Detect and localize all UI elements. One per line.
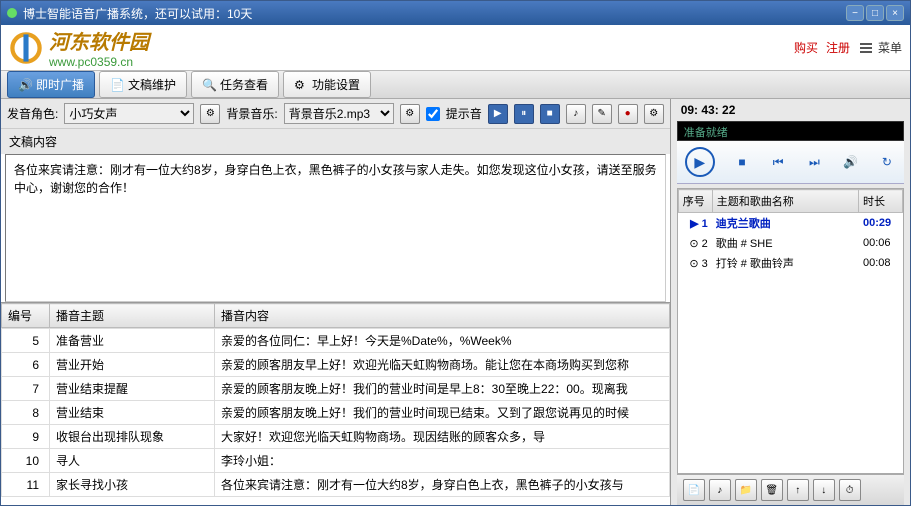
menu-button[interactable]: 菜单 [858,39,902,56]
pl-col-no[interactable]: 序号 [678,190,712,213]
col-topic[interactable]: 播音主题 [50,304,215,328]
broadcast-table: 编号 播音主题 播音内容 5准备营业亲爱的各位同仁：早上好！今天是%Date%，… [1,302,670,505]
move-down-button[interactable]: ↓ [813,479,835,501]
app-window: 博士智能语音广播系统，还可以试用：10天 − □ × 河东软件园 www.pc0… [0,0,911,506]
player-status: 准备就绪 [677,121,904,141]
buy-link[interactable]: 购买 [794,39,818,56]
player-controls: ▶ ■ ⏮ ⏭ 🔊 ↻ [677,141,904,184]
menu-icon [858,40,874,56]
tab-0[interactable]: 🔊即时广播 [7,71,95,98]
hint-label: 提示音 [446,105,482,122]
tab-3[interactable]: ⚙功能设置 [283,71,371,98]
header-area: 河东软件园 www.pc0359.cn 购买 注册 菜单 [1,25,910,71]
table-row[interactable]: 6营业开始亲爱的顾客朋友早上好！欢迎光临天虹购物商场。能让您在本商场购买到您称 [2,353,670,377]
table-row[interactable]: 11家长寻找小孩各位来宾请注意：刚才有一位大约8岁，身穿白色上衣，黑色裤子的小女… [2,473,670,497]
playlist: 序号 主题和歌曲名称 时长 ▶ 1迪克兰歌曲00:29⊙ 2歌曲 # SHE00… [677,188,904,474]
minimize-button[interactable]: − [846,5,864,21]
tab-2[interactable]: 🔍任务查看 [191,71,279,98]
record-button[interactable]: ● [618,104,638,124]
player-play-button[interactable]: ▶ [685,147,715,177]
clock: 09: 43: 22 [671,99,910,121]
bgm-select[interactable]: 背景音乐2.mp3 [284,103,394,124]
voice-select[interactable]: 小巧女声 [64,103,194,124]
move-up-button[interactable]: ↑ [787,479,809,501]
table-row[interactable]: 5准备营业亲爱的各位同仁：早上好！今天是%Date%，%Week% [2,329,670,353]
playlist-row[interactable]: ▶ 1迪克兰歌曲00:29 [678,213,903,233]
logo-text: 河东软件园 [49,26,149,55]
table-row[interactable]: 8营业结束亲爱的顾客朋友晚上好！我们的营业时间现已结束。又到了跟您说再见的时候 [2,401,670,425]
play-button[interactable]: ▶ [488,104,508,124]
player-volume-button[interactable]: 🔊 [842,153,860,171]
voice-settings-button[interactable]: ⚙ [200,104,220,124]
table-row[interactable]: 10寻人李玲小姐： [2,449,670,473]
hint-checkbox[interactable] [426,107,440,121]
add-file-button[interactable]: 📄 [683,479,705,501]
tab-icon: 📄 [110,78,124,92]
tab-icon: 🔊 [18,78,32,92]
register-link[interactable]: 注册 [826,39,850,56]
schedule-button[interactable]: ⏱ [839,479,861,501]
pl-col-dur[interactable]: 时长 [859,190,903,213]
header-links: 购买 注册 菜单 [794,39,902,56]
delete-button[interactable]: 🗑 [761,479,783,501]
voice-label: 发音角色: [7,105,58,122]
tab-bar: 🔊即时广播📄文稿维护🔍任务查看⚙功能设置 [1,71,910,99]
right-pane: 09: 43: 22 准备就绪 ▶ ■ ⏮ ⏭ 🔊 ↻ 序号 主题和歌曲名称 时… [671,99,910,505]
bgm-settings-button[interactable]: ⚙ [400,104,420,124]
player-repeat-button[interactable]: ↻ [878,153,896,171]
script-label: 文稿内容 [1,129,670,154]
pause-button[interactable]: ⏸ [514,104,534,124]
window-title: 博士智能语音广播系统，还可以试用：10天 [23,5,846,22]
left-pane: 发音角色: 小巧女声 ⚙ 背景音乐: 背景音乐2.mp3 ⚙ 提示音 ▶ ⏸ ■… [1,99,671,505]
playlist-row[interactable]: ⊙ 3打铃 # 歌曲铃声00:08 [678,253,903,273]
logo-url: www.pc0359.cn [49,55,149,69]
player-stop-button[interactable]: ■ [733,153,751,171]
app-icon [7,8,17,18]
close-button[interactable]: × [886,5,904,21]
tab-icon: ⚙ [294,78,308,92]
add-folder-button[interactable]: 📁 [735,479,757,501]
edit-button[interactable]: ✎ [592,104,612,124]
pl-col-name[interactable]: 主题和歌曲名称 [712,190,858,213]
logo-icon [9,31,43,65]
settings-gear-button[interactable]: ⚙ [644,104,664,124]
col-content[interactable]: 播音内容 [215,304,670,328]
tab-1[interactable]: 📄文稿维护 [99,71,187,98]
script-textarea[interactable]: 各位来宾请注意：刚才有一位大约8岁，身穿白色上衣，黑色裤子的小女孩与家人走失。如… [5,154,666,302]
tab-icon: 🔍 [202,78,216,92]
player-prev-button[interactable]: ⏮ [769,153,787,171]
stop-button[interactable]: ■ [540,104,560,124]
music-note-button[interactable]: ♪ [566,104,586,124]
titlebar: 博士智能语音广播系统，还可以试用：10天 − □ × [1,1,910,25]
playlist-toolbar: 📄 ♪ 📁 🗑 ↑ ↓ ⏱ [677,474,904,505]
table-row[interactable]: 9收银台出现排队现象大家好！欢迎您光临天虹购物商场。现因结账的顾客众多，导 [2,425,670,449]
col-id[interactable]: 编号 [2,304,50,328]
add-music-button[interactable]: ♪ [709,479,731,501]
bgm-label: 背景音乐: [226,105,277,122]
logo: 河东软件园 www.pc0359.cn [9,26,149,69]
playlist-row[interactable]: ⊙ 2歌曲 # SHE00:06 [678,233,903,253]
player-next-button[interactable]: ⏭ [805,153,823,171]
table-row[interactable]: 7营业结束提醒亲爱的顾客朋友晚上好！我们的营业时间是早上8：30至晚上22：00… [2,377,670,401]
maximize-button[interactable]: □ [866,5,884,21]
control-bar: 发音角色: 小巧女声 ⚙ 背景音乐: 背景音乐2.mp3 ⚙ 提示音 ▶ ⏸ ■… [1,99,670,129]
